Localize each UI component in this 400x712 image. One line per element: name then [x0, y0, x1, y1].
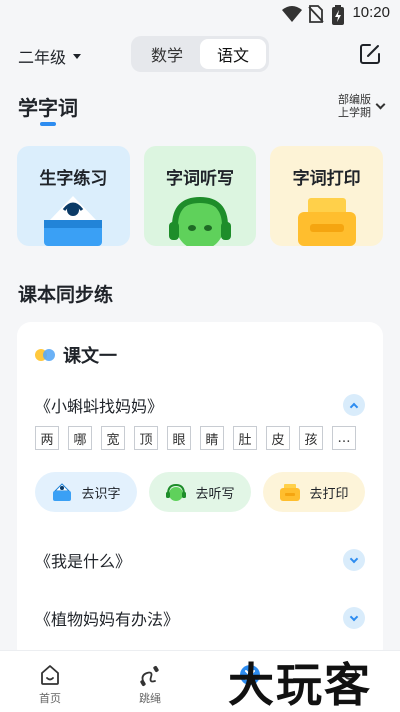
edition-label: 部编版 [338, 93, 371, 106]
grade-label: 二年级 [18, 48, 67, 67]
text-row-collapsed[interactable]: 《我是什么》 [35, 547, 365, 573]
dictation-icon [166, 483, 187, 501]
char-cell[interactable]: 孩 [299, 426, 323, 450]
text-title: 《我是什么》 [35, 552, 132, 571]
tool-card-character-practice[interactable]: 生字练习 [17, 146, 130, 246]
subject-tab-math[interactable]: 数学 [134, 39, 200, 69]
subject-switch: 数学 语文 [131, 36, 269, 72]
lesson-actions: 去识字 去听写 去打印 [35, 472, 365, 512]
tab-label: 首页 [39, 692, 61, 705]
tool-card-dictation[interactable]: 字词听写 [143, 146, 257, 246]
action-label: 去打印 [309, 486, 349, 502]
lesson-name: 课文一 [63, 346, 117, 367]
tool-cards: 生字练习 字词听写 字词打印 [17, 146, 384, 246]
dictation-illustration [169, 196, 231, 246]
chevron-up-icon[interactable] [343, 394, 365, 416]
text-row-expanded[interactable]: 《小蝌蚪找妈妈》 [35, 392, 365, 418]
lesson-card: 课文一 《小蝌蚪找妈妈》 两 哪 宽 顶 眼 睛 肚 皮 孩 … 去识字 去听写… [17, 322, 383, 662]
caret-down-icon [73, 53, 82, 59]
character-grid: 两 哪 宽 顶 眼 睛 肚 皮 孩 … [35, 426, 365, 452]
action-label: 去听写 [195, 486, 235, 502]
chevron-down-icon[interactable] [343, 607, 365, 629]
clock: 10:20 [352, 4, 390, 21]
char-cell[interactable]: 顶 [134, 426, 158, 450]
tab-home[interactable]: 首页 [0, 651, 100, 712]
go-dictation-button[interactable]: 去听写 [149, 472, 251, 512]
tool-card-print[interactable]: 字词打印 [270, 146, 384, 246]
printer-icon [280, 484, 301, 501]
lesson-dots-icon [35, 349, 55, 361]
go-print-button[interactable]: 去打印 [263, 472, 365, 512]
no-sim-icon [308, 5, 324, 23]
edition-selector[interactable]: 部编版 上学期 [338, 93, 386, 119]
tool-label: 字词听写 [166, 169, 234, 189]
char-cell[interactable]: 睛 [200, 426, 224, 450]
subject-tab-chinese[interactable]: 语文 [200, 39, 266, 69]
tool-label: 生字练习 [39, 169, 108, 189]
tab-label: 跳绳 [139, 692, 161, 705]
grade-selector[interactable]: 二年级 [18, 44, 82, 68]
text-title: 《小蝌蚪找妈妈》 [35, 397, 164, 416]
action-label: 去识字 [81, 486, 121, 502]
battery-icon [332, 5, 344, 25]
char-cell[interactable]: 皮 [266, 426, 290, 450]
text-row-collapsed[interactable]: 《植物妈妈有办法》 [35, 605, 365, 631]
watermark-text: 大玩客 [228, 658, 372, 712]
section-title: 学字词 [18, 96, 78, 120]
char-cell[interactable]: 两 [35, 426, 59, 450]
char-cell[interactable]: 眼 [167, 426, 191, 450]
text-title: 《植物妈妈有办法》 [35, 610, 180, 629]
character-practice-illustration [44, 196, 103, 246]
sync-section-title: 课本同步练 [18, 284, 114, 306]
char-cell[interactable]: 肚 [233, 426, 257, 450]
header: 二年级 数学 语文 [0, 36, 400, 72]
chevron-down-icon[interactable] [343, 549, 365, 571]
tool-label: 字词打印 [292, 169, 361, 189]
lesson-header: 课文一 [35, 342, 117, 368]
watermark-logo: 大玩客 [200, 652, 400, 712]
more-chars[interactable]: … [332, 426, 356, 450]
jump-rope-icon [140, 665, 159, 687]
chevron-down-icon [375, 99, 386, 109]
title-underline [40, 122, 56, 126]
status-bar: 10:20 [0, 0, 400, 28]
wifi-icon [282, 6, 302, 22]
edit-icon[interactable] [358, 42, 382, 66]
tab-jump-rope[interactable]: 跳绳 [100, 651, 200, 712]
char-cell[interactable]: 宽 [101, 426, 125, 450]
char-cell[interactable]: 哪 [68, 426, 92, 450]
home-icon [41, 665, 59, 685]
character-practice-icon [53, 483, 72, 501]
printer-illustration [297, 198, 356, 246]
learn-characters-button[interactable]: 去识字 [35, 472, 137, 512]
term-label: 上学期 [338, 106, 371, 119]
